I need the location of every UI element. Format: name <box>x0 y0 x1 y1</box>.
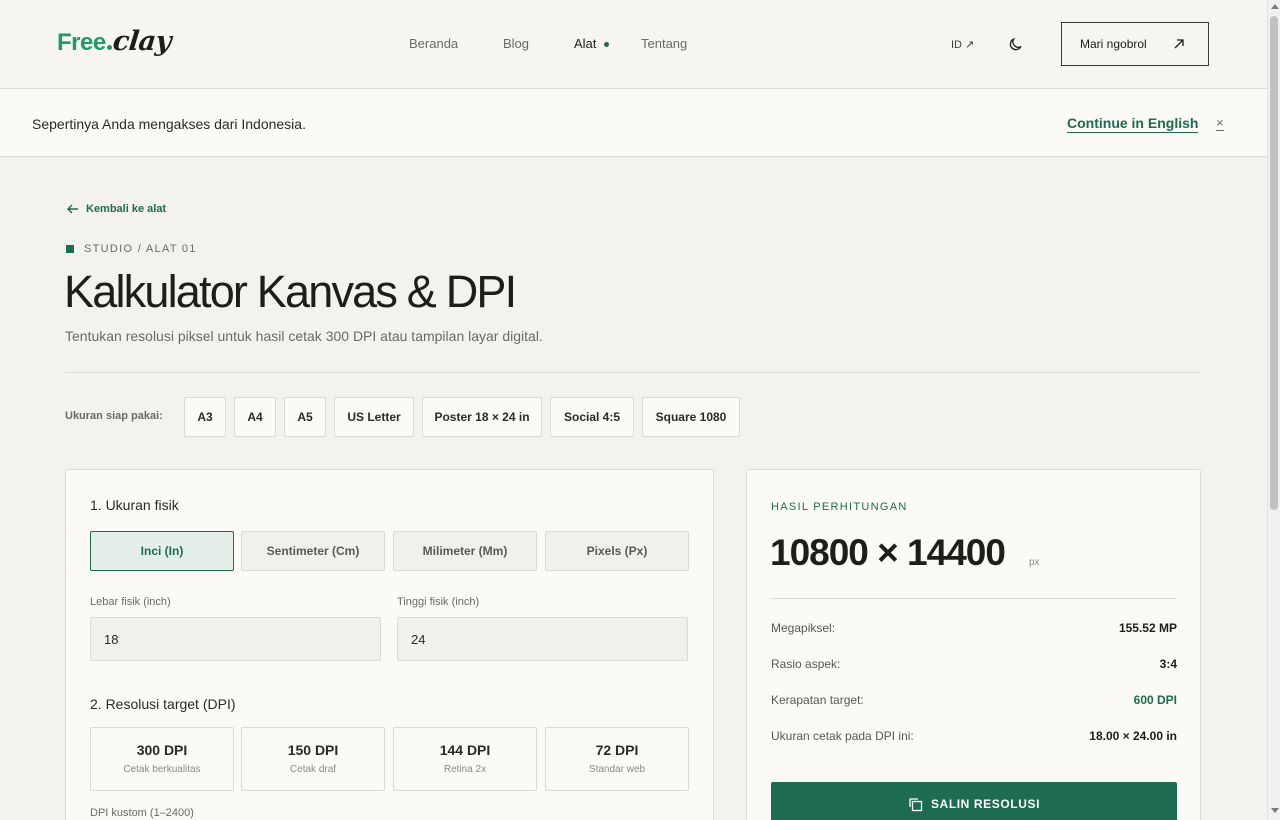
nav-item-tentang[interactable]: Tentang <box>641 36 687 51</box>
result-row-aspect: Rasio aspek: 3:4 <box>771 657 1177 671</box>
chat-button[interactable]: Mari ngobrol <box>1061 22 1209 66</box>
result-divider <box>771 598 1177 599</box>
copy-resolution-button[interactable]: SALIN RESOLUSI <box>771 782 1177 820</box>
dpi-value: 72 DPI <box>595 742 639 758</box>
section-physical-size: 1. Ukuran fisik <box>90 497 179 513</box>
eyebrow-square <box>66 245 74 253</box>
page-subtitle: Tentukan resolusi piksel untuk hasil cet… <box>65 328 543 344</box>
result-card: HASIL PERHITUNGAN 10800 × 14400 px Megap… <box>746 469 1201 820</box>
site-header: Free clay Beranda Blog Alat Tentang ID ↗… <box>0 0 1267 89</box>
nav-active-dot <box>604 42 609 47</box>
height-label: Tinggi fisik (inch) <box>397 596 480 608</box>
page-title: Kalkulator Kanvas & DPI <box>64 266 517 317</box>
row-key: Rasio aspek: <box>771 657 841 671</box>
height-input[interactable]: 24 <box>397 617 688 661</box>
row-value: 155.52 MP <box>1118 621 1177 635</box>
back-to-tools-link[interactable]: Kembali ke alat <box>66 203 166 215</box>
arrow-left-icon <box>67 204 78 214</box>
row-value: 18.00 × 24.00 in <box>1089 729 1177 743</box>
result-resolution: 10800 × 14400 <box>770 532 1006 573</box>
preset-poster[interactable]: Poster 18 × 24 in <box>422 397 542 437</box>
row-key: Ukuran cetak pada DPI ini: <box>771 729 914 743</box>
dpi-caption: Standar web <box>588 764 646 775</box>
row-key: Kerapatan target: <box>771 693 864 707</box>
dpi-value: 144 DPI <box>439 742 491 758</box>
result-unit: px <box>1029 557 1040 568</box>
copy-button-label: SALIN RESOLUSI <box>930 797 1041 811</box>
dpi-caption: Retina 2x <box>443 764 487 775</box>
preset-us-letter[interactable]: US Letter <box>334 397 414 437</box>
unit-px-button[interactable]: Pixels (Px) <box>545 531 689 571</box>
preset-a4[interactable]: A4 <box>234 397 276 437</box>
result-row-megapixels: Megapiksel: 155.52 MP <box>771 621 1177 635</box>
presets-label: Ukuran siap pakai: <box>65 410 163 422</box>
input-card: 1. Ukuran fisik Inci (In) Sentimeter (Cm… <box>65 469 714 820</box>
unit-inch-button[interactable]: Inci (In) <box>90 531 234 571</box>
nav-item-blog[interactable]: Blog <box>503 36 529 51</box>
width-label: Lebar fisik (inch) <box>90 596 171 608</box>
moon-icon[interactable] <box>1008 36 1024 52</box>
logo-clay-text: clay <box>111 26 173 57</box>
dpi-72-button[interactable]: 72 DPI Standar web <box>545 727 689 791</box>
preset-a5[interactable]: A5 <box>284 397 326 437</box>
dpi-150-button[interactable]: 150 DPI Cetak draf <box>241 727 385 791</box>
logo[interactable]: Free clay <box>57 26 173 57</box>
row-value: 600 DPI <box>1133 693 1177 707</box>
scroll-thumb[interactable] <box>1270 16 1278 510</box>
scroll-up-arrow-icon[interactable] <box>1271 4 1279 9</box>
dpi-value: 300 DPI <box>136 742 188 758</box>
banner-close-button[interactable]: × <box>1216 116 1224 131</box>
scroll-down-arrow-icon[interactable] <box>1271 808 1279 813</box>
logo-free-text: Free <box>57 29 106 56</box>
back-label: Kembali ke alat <box>86 203 167 215</box>
chat-button-label: Mari ngobrol <box>1080 37 1147 51</box>
arrow-up-right-icon <box>1174 39 1184 49</box>
nav-item-alat[interactable]: Alat <box>574 36 596 51</box>
dpi-300-button[interactable]: 300 DPI Cetak berkualitas <box>90 727 234 791</box>
row-value: 3:4 <box>1159 657 1177 671</box>
preset-square[interactable]: Square 1080 <box>642 397 740 437</box>
section-target-dpi: 2. Resolusi target (DPI) <box>90 696 236 712</box>
result-row-print-size: Ukuran cetak pada DPI ini: 18.00 × 24.00… <box>771 729 1177 743</box>
nav-item-beranda[interactable]: Beranda <box>409 36 458 51</box>
unit-mm-button[interactable]: Milimeter (Mm) <box>393 531 537 571</box>
dpi-caption: Cetak draf <box>289 764 337 775</box>
result-label: HASIL PERHITUNGAN <box>771 501 908 513</box>
custom-dpi-label: DPI kustom (1–2400) <box>90 807 194 819</box>
width-input[interactable]: 18 <box>90 617 381 661</box>
preset-social[interactable]: Social 4:5 <box>550 397 634 437</box>
row-key: Megapiksel: <box>771 621 836 635</box>
logo-dot <box>106 45 112 50</box>
dpi-value: 150 DPI <box>287 742 339 758</box>
banner-text: Sepertinya Anda mengakses dari Indonesia… <box>32 116 306 132</box>
locale-banner: Sepertinya Anda mengakses dari Indonesia… <box>0 89 1267 157</box>
copy-icon <box>909 797 923 811</box>
dpi-144-button[interactable]: 144 DPI Retina 2x <box>393 727 537 791</box>
continue-english-link[interactable]: Continue in English <box>1067 115 1199 133</box>
result-row-density: Kerapatan target: 600 DPI <box>771 693 1177 707</box>
language-switch[interactable]: ID ↗ <box>951 38 974 51</box>
eyebrow: STUDIO / ALAT 01 <box>66 243 197 255</box>
eyebrow-text: STUDIO / ALAT 01 <box>84 243 197 255</box>
unit-cm-button[interactable]: Sentimeter (Cm) <box>241 531 385 571</box>
page-scrollbar[interactable] <box>1267 0 1280 820</box>
dpi-caption: Cetak berkualitas <box>123 764 201 775</box>
divider <box>65 372 1200 373</box>
preset-a3[interactable]: A3 <box>184 397 226 437</box>
